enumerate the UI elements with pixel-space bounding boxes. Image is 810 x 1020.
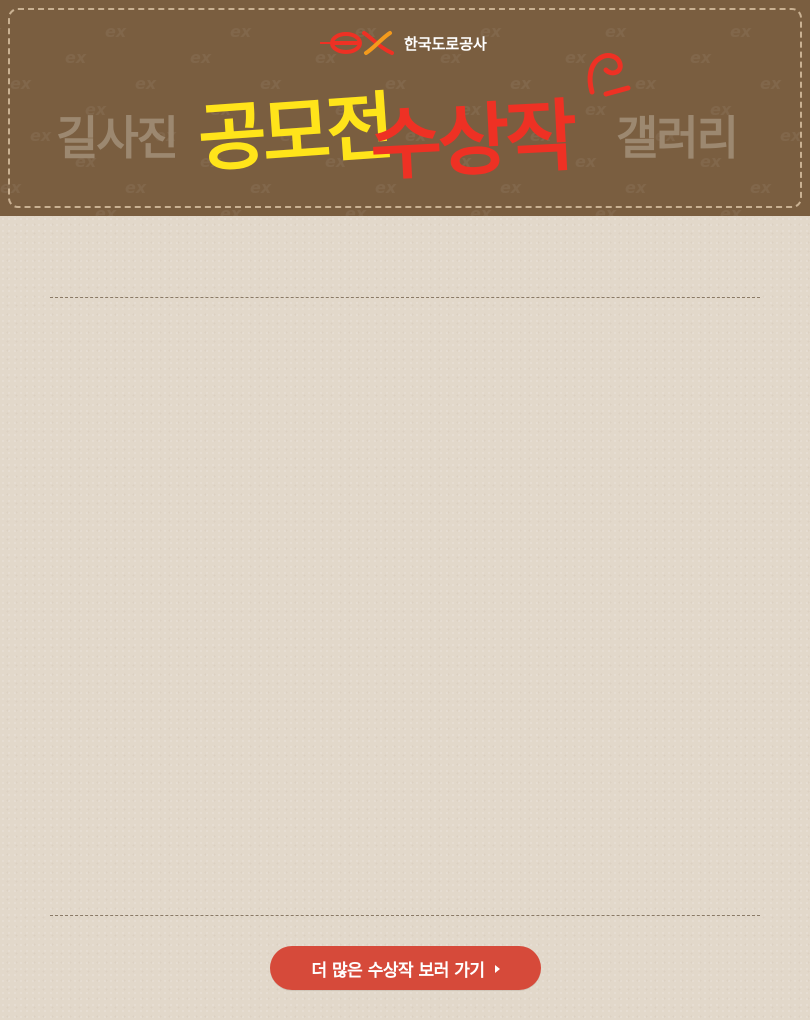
title-highlight-red: 수상작: [368, 91, 576, 192]
logo-text: 한국도로공사: [404, 35, 487, 53]
ex-logo-icon: ex: [0, 22, 4, 41]
title-right: 갤러리: [616, 111, 739, 165]
swirl-decoration-icon: [584, 48, 632, 102]
ex-logo-icon: [318, 30, 396, 56]
header-banner: ex ex ex ex ex ex ex ex ex ex ex ex ex ex ex ex ex ex ex ex…: [0, 0, 810, 216]
gallery-area: [50, 298, 760, 915]
title-left: 길사진: [56, 111, 179, 165]
title-highlight-yellow: 공모전: [195, 83, 394, 183]
more-winners-button-label: 더 많은 수상작 보러 가기: [311, 960, 485, 981]
more-winners-button[interactable]: 더 많은 수상작 보러 가기: [270, 946, 541, 990]
page-title: 길사진 공모전 수상작 갤러리: [0, 53, 810, 192]
divider-bottom: [50, 915, 760, 916]
arrow-right-icon: [494, 965, 500, 973]
company-logo[interactable]: 한국도로공사: [318, 28, 487, 58]
